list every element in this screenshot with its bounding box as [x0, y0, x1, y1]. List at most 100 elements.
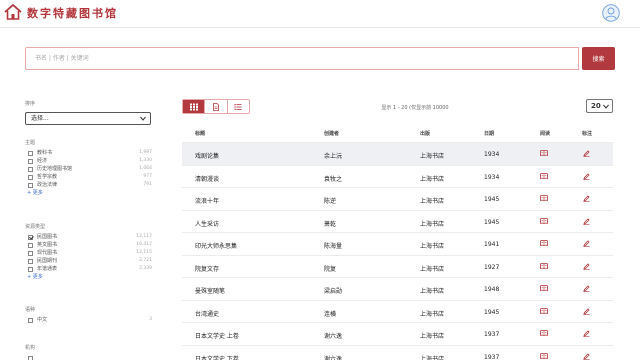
read-book-icon[interactable]	[540, 330, 548, 338]
document-icon	[213, 102, 219, 111]
book-title-link[interactable]: 流浪十年	[195, 196, 219, 205]
more-link[interactable]: + 更多	[25, 273, 155, 282]
column-header-publisher[interactable]: 出版	[420, 130, 430, 137]
annotate-pen-icon[interactable]	[583, 262, 590, 272]
home-logo-icon[interactable]	[4, 4, 22, 20]
facet-item[interactable]: 民国图书 12,117	[25, 233, 155, 241]
facet-item[interactable]: 英文图书 16,417	[25, 241, 155, 249]
book-author: 连横	[324, 310, 337, 318]
facet-item[interactable]: 民国期刊 2,721	[25, 257, 155, 265]
document-view-button[interactable]	[204, 100, 226, 113]
book-author: 陈逆	[324, 198, 337, 205]
facet-label: 政治法律	[37, 182, 58, 188]
table-row[interactable]: 台湾通史 连横 上海书店 1945	[182, 301, 613, 323]
annotate-pen-icon[interactable]	[583, 240, 590, 249]
annotate-pen-icon[interactable]	[583, 217, 590, 227]
book-publisher: 上海书店	[420, 220, 445, 228]
book-author: 余上沅	[324, 153, 343, 160]
book-title-link[interactable]: 台湾通史	[195, 309, 219, 318]
book-title-link[interactable]: 人生采访	[195, 219, 219, 228]
checkbox[interactable]	[28, 182, 33, 188]
column-header-date[interactable]: 日期	[484, 130, 494, 137]
read-book-icon[interactable]	[540, 352, 548, 360]
annotate-pen-icon[interactable]	[583, 307, 590, 317]
checkbox[interactable]	[28, 242, 33, 248]
facet-item[interactable]: 教科书 1,997	[25, 149, 155, 157]
checkbox-checked[interactable]	[28, 234, 33, 240]
read-book-icon[interactable]	[540, 195, 548, 203]
annotate-pen-icon[interactable]	[583, 352, 590, 360]
facet-item[interactable]: 经济 1,330	[25, 157, 155, 165]
facet-item[interactable]: 现代图书 12,115	[25, 249, 155, 257]
checkbox[interactable]	[28, 258, 33, 264]
table-row[interactable]: 日本文学史 下卷 谢六逸 上海书店 1937	[182, 346, 613, 360]
book-publisher: 上海书店	[420, 288, 445, 295]
facet-count: 2,339	[139, 266, 152, 271]
site-title[interactable]: 数字特藏图书馆	[27, 5, 118, 21]
facet-label: 教科书	[37, 150, 53, 156]
book-date: 1948	[484, 286, 500, 293]
annotate-people-icon[interactable]	[583, 150, 590, 159]
checkbox[interactable]	[28, 166, 33, 172]
table-row[interactable]: 流浪十年 陈逆 上海书店 1945	[182, 188, 613, 211]
more-link[interactable]: + 更多	[25, 189, 155, 198]
read-book-icon[interactable]	[540, 240, 548, 248]
facet-label: 民国期刊	[37, 258, 58, 264]
facet-item[interactable]: 年谱通表 2,339	[25, 265, 155, 273]
read-book-icon[interactable]	[540, 307, 548, 316]
book-title-link[interactable]: 戏剧论集	[195, 151, 219, 160]
grid-icon	[189, 103, 198, 110]
facet-count: 1,997	[139, 150, 152, 155]
checkbox[interactable]	[28, 250, 33, 256]
search-input[interactable]	[26, 48, 578, 69]
table-row[interactable]: 曼殊室随笔 梁启勋 上海书店 1948	[182, 278, 613, 301]
read-book-icon[interactable]	[540, 150, 548, 158]
checkbox[interactable]	[28, 158, 33, 164]
annotate-pen-icon[interactable]	[583, 285, 590, 294]
annotate-pen-icon[interactable]	[583, 195, 590, 204]
table-row[interactable]: 人生采访 萧乾 上海书店 1945	[182, 211, 613, 233]
book-title-link[interactable]: 院复文存	[195, 264, 219, 273]
checkbox[interactable]	[28, 174, 33, 180]
checkbox[interactable]	[28, 150, 33, 156]
facet-item[interactable]	[25, 354, 155, 360]
user-avatar-icon[interactable]	[602, 4, 620, 22]
per-page-value: 20	[591, 102, 601, 110]
sort-select[interactable]: 选择...	[25, 112, 151, 125]
annotate-pen-icon[interactable]	[583, 330, 590, 339]
facet-item[interactable]: 政治法律 791	[25, 181, 155, 189]
facet-item[interactable]: 历史地理图书馆 1,064	[25, 165, 155, 173]
read-book-icon[interactable]	[540, 172, 548, 181]
read-book-icon[interactable]	[540, 217, 548, 226]
table-row[interactable]: 日本文学史 上卷 谢六逸 上海书店 1937	[182, 323, 613, 346]
read-book-icon[interactable]	[540, 262, 548, 271]
checkbox[interactable]	[28, 317, 33, 323]
book-title-link[interactable]: 日本文学史 上卷	[195, 331, 239, 340]
checkbox[interactable]	[28, 266, 33, 272]
facet-count: 1,064	[139, 166, 152, 171]
column-header-author[interactable]: 创建者	[324, 130, 339, 137]
facet-item[interactable]: 哲学宗教 977	[25, 173, 155, 181]
per-page-select[interactable]: 20	[586, 99, 613, 113]
read-book-icon[interactable]	[540, 285, 548, 293]
grid-view-button[interactable]	[183, 100, 205, 113]
sort-heading: 排序	[25, 101, 36, 107]
book-title-link[interactable]: 日本文学史 下卷	[195, 354, 239, 360]
book-title-link[interactable]: 印光大师永思集	[195, 241, 237, 250]
book-date: 1937	[484, 331, 500, 338]
facet-item[interactable]: 中文 3	[25, 316, 155, 324]
list-view-button[interactable]	[226, 100, 249, 113]
checkbox[interactable]	[28, 355, 33, 360]
annotate-pen-icon[interactable]	[583, 172, 590, 182]
book-date: 1941	[484, 241, 500, 248]
table-row[interactable]: 戏剧论集 余上沅 上海书店 1934	[182, 143, 613, 166]
search-button[interactable]: 搜索	[582, 47, 615, 70]
book-title-link[interactable]: 清朝漫谈	[195, 174, 219, 183]
book-title-link[interactable]: 曼殊室随笔	[195, 286, 225, 295]
facet-heading: 语种	[25, 307, 36, 313]
facet-heading: 资源类型	[25, 224, 46, 230]
table-row[interactable]: 清朝漫谈 袁牧之 上海书店 1934	[182, 166, 613, 188]
table-row[interactable]: 印光大师永思集 陈海量 上海书店 1941	[182, 233, 613, 256]
table-row[interactable]: 院复文存 院复 上海书店 1927	[182, 256, 613, 278]
column-header-title[interactable]: 标题	[195, 130, 205, 137]
